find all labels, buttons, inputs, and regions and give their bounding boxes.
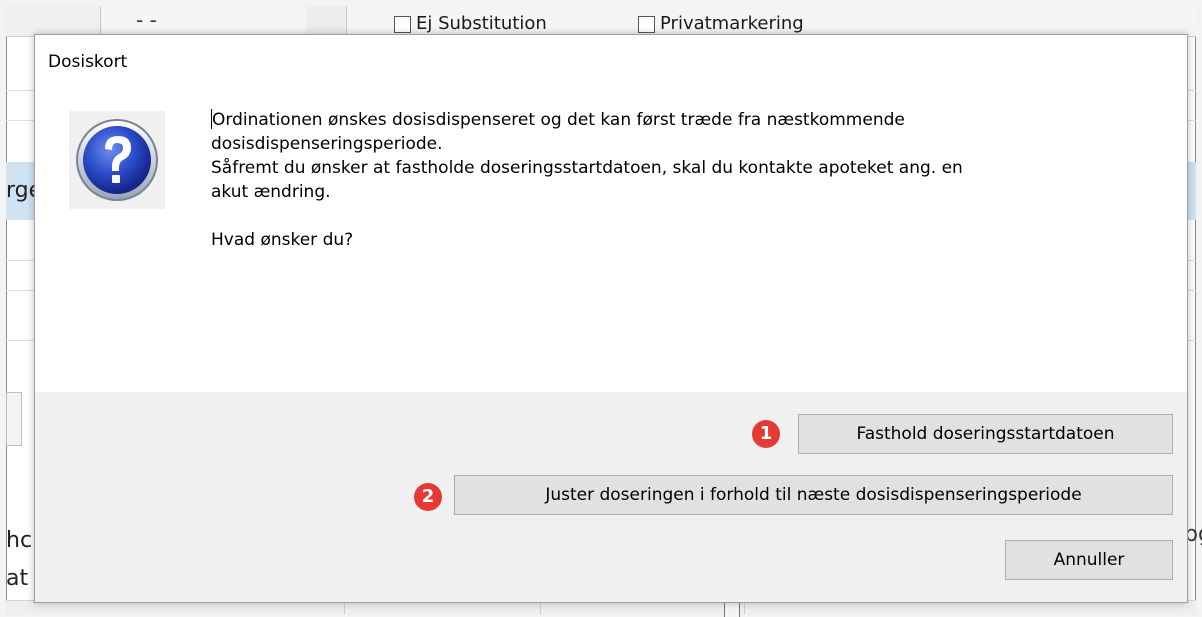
- message-line: akut ændring.: [211, 182, 331, 202]
- message-line-text: Ordinationen ønskes dosisdispenseret og …: [212, 110, 905, 130]
- ej-substitution-label: Ej Substitution: [416, 13, 547, 34]
- background-side-block: [6, 392, 22, 446]
- background-cell: [84, 6, 101, 36]
- keep-start-date-button[interactable]: Fasthold doseringsstartdatoen: [798, 414, 1173, 454]
- background-cell: [306, 6, 329, 36]
- dialog-message: Ordinationen ønskes dosisdispenseret og …: [211, 108, 1151, 252]
- dosiskort-dialog: Dosiskort Ordinationen ønskes dosisdispe…: [34, 34, 1188, 603]
- background-text-fragment: at: [6, 566, 29, 591]
- message-line: dosisdispenseringsperiode.: [211, 134, 443, 154]
- background-cell: [68, 6, 85, 36]
- step-badge-1: 1: [752, 420, 780, 448]
- privatmarkering-checkbox[interactable]: [638, 16, 655, 33]
- privatmarkering-label: Privatmarkering: [660, 13, 804, 34]
- dialog-title: Dosiskort: [48, 52, 128, 72]
- dialog-question: Hvad ønsker du?: [211, 230, 354, 250]
- background-text-fragment: hc: [6, 528, 33, 553]
- background-cell: [328, 6, 347, 36]
- adjust-dosing-button[interactable]: Juster doseringen i forhold til næste do…: [454, 475, 1173, 515]
- message-line: Ordinationen ønskes dosisdispenseret og …: [211, 108, 1151, 132]
- ej-substitution-checkbox[interactable]: [394, 16, 411, 33]
- background-cell: [6, 6, 69, 36]
- question-icon: [69, 111, 165, 209]
- background-dropdown-box[interactable]: [724, 602, 740, 617]
- background-dash-text: - -: [136, 8, 157, 32]
- step-badge-2: 2: [414, 483, 442, 511]
- background-toolbar-row: - - Ej Substitution Privatmarkering: [6, 6, 1196, 37]
- message-line: Såfremt du ønsker at fastholde doserings…: [211, 158, 963, 178]
- cancel-button[interactable]: Annuller: [1005, 540, 1173, 580]
